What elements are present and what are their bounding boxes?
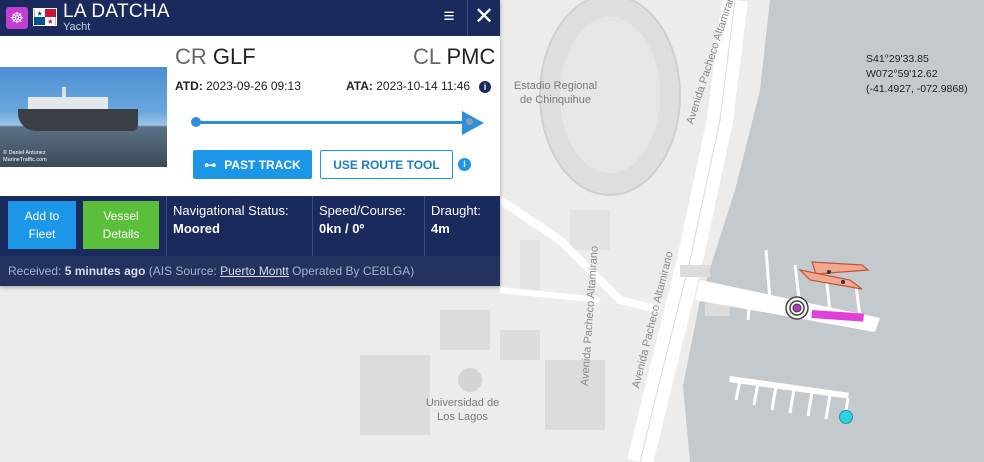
nav-status-label: Navigational Status: [173,203,289,218]
speed-value: 0kn / 0º [319,221,365,236]
info-icon[interactable]: i [479,81,491,93]
speed-label: Speed/Course: [319,203,406,218]
route-tool-button[interactable]: USE ROUTE TOOL [320,150,453,179]
hamburger-menu-icon[interactable]: ≡ [440,7,458,26]
nav-status-value: Moored [173,221,220,236]
vessel-details-label: Vessel Details [102,209,140,241]
nav-status: Navigational Status: Moored [173,202,289,238]
vessel-type: Yacht [63,21,91,33]
received-label: Received: [8,264,62,278]
arrival-country: CL [413,44,441,69]
coords-lon: W072°59'12.62 [866,68,938,80]
speed-course: Speed/Course: 0kn / 0º [319,202,406,238]
departure-dot [191,117,201,127]
coords-decimal: (-41.4927, -072.9868) [866,83,968,95]
vessel-stats-bar: Add to Fleet Vessel Details Navigational… [0,196,500,256]
ata-line: ATA: 2023-10-14 11:46 [346,79,470,94]
info-icon[interactable]: i [458,158,471,171]
station-marker[interactable] [839,410,853,424]
ais-prefix: (AIS Source: [148,264,217,278]
university-label: Universidad de Los Lagos [425,397,500,423]
ais-footer: Received: 5 minutes ago (AIS Source: Pue… [0,256,500,286]
ata-value: 2023-10-14 11:46 [376,79,471,93]
arrival-port[interactable]: CL PMC [413,44,495,70]
ata-label: ATA: [346,79,373,93]
photo-credit-line: © Daniel Antunez [3,150,46,156]
departure-port-code: GLF [212,44,256,69]
draught-label: Draught: [431,203,481,218]
ais-suffix: Operated By CE8LGA) [292,264,415,278]
add-to-fleet-label: Add to Fleet [24,209,60,241]
ship-wheel-icon: ☸ [6,7,28,29]
past-track-label: PAST TRACK [224,157,301,172]
panel-header: ☸ LA DATCHA Yacht ≡ ✕ [0,0,500,36]
track-icon: ⊶ [204,157,217,172]
arrival-port-code: PMC [446,44,496,69]
vessel-photo[interactable]: © Daniel Antunez MarineTraffic.com [0,67,167,167]
vessel-info-panel: ☸ LA DATCHA Yacht ≡ ✕ © Daniel Antunez Ma… [0,0,500,286]
vessel-name: LA DATCHA [63,1,170,22]
ais-source-link[interactable]: Puerto Montt [220,264,289,278]
target-icon [785,296,809,320]
atd-value: 2023-09-26 09:13 [206,79,301,93]
draught: Draught: 4m [431,202,481,238]
close-icon[interactable]: ✕ [467,0,500,36]
received-value: 5 minutes ago [64,264,146,278]
atd-label: ATD: [175,79,203,93]
vessel-position-marker[interactable] [785,296,809,320]
photo-credit-line: MarineTraffic.com [3,157,47,163]
panama-flag-icon [33,8,57,26]
departure-port[interactable]: CR GLF [175,44,256,70]
add-to-fleet-button[interactable]: Add to Fleet [8,201,76,249]
cursor-coordinates: S41°29'33.85 W072°59'12.62 (-41.4927, -0… [866,52,968,97]
stadium-label: Estadio Regional de Chinquihue [513,80,598,106]
photo-credit: © Daniel Antunez MarineTraffic.com [3,150,47,164]
arrival-arrow-icon [462,111,484,135]
vessel-details-button[interactable]: Vessel Details [83,201,159,249]
past-track-button[interactable]: ⊶ PAST TRACK [193,150,312,179]
atd-line: ATD: 2023-09-26 09:13 [175,79,301,94]
departure-country: CR [175,44,207,69]
coords-lat: S41°29'33.85 [866,53,929,65]
draught-value: 4m [431,221,450,236]
current-position-dot [466,118,473,125]
voyage-progress-bar [196,121,466,124]
route-tool-label: USE ROUTE TOOL [333,157,440,172]
